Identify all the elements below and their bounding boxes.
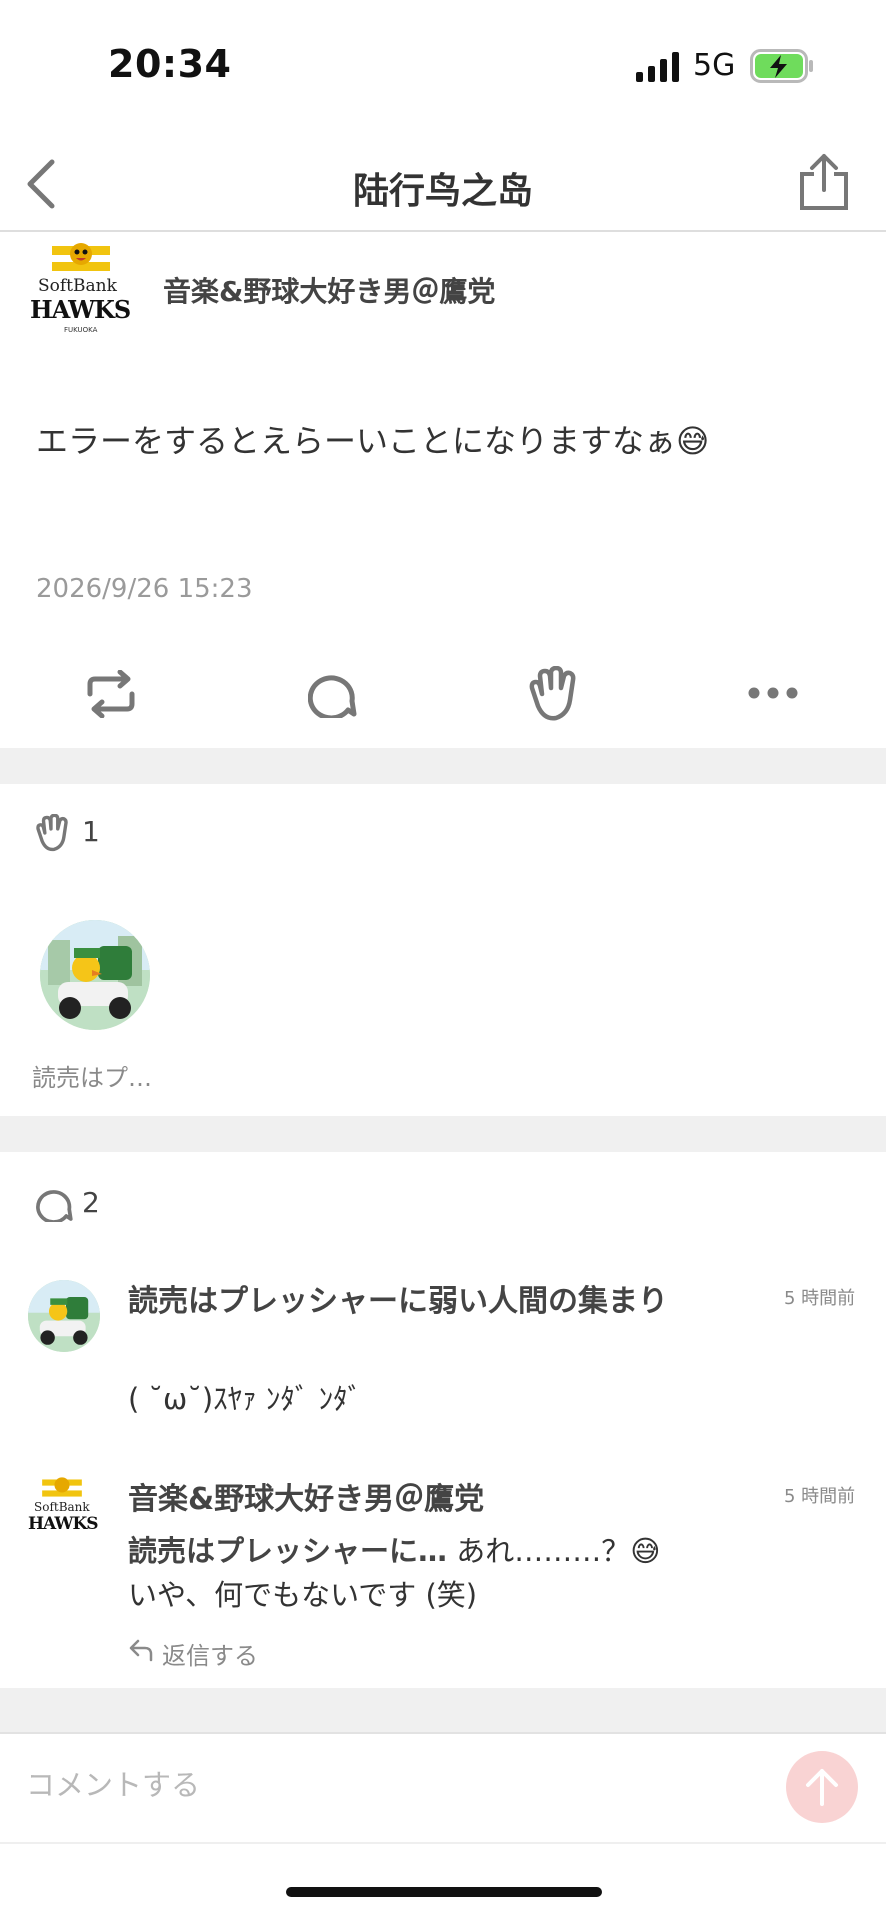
comment-text-line2: いや、何でもないです (笑): [128, 1578, 478, 1612]
signal-icon: [636, 52, 679, 82]
repost-icon[interactable]: [86, 670, 136, 718]
hawks-mascot-icon: [42, 1477, 82, 1497]
more-icon[interactable]: [747, 686, 799, 700]
logo-hawks: HAWKS: [28, 1514, 99, 1534]
section-divider: [0, 1688, 886, 1734]
scooter-duck-icon: [40, 920, 150, 1030]
logo-hawks: HAWKS: [30, 295, 131, 324]
battery-icon: [750, 49, 813, 83]
comment-text: あれ………？😅: [447, 1534, 661, 1568]
comments-count: 2: [82, 1186, 100, 1219]
post-date: 2026/9/26 15:23: [36, 574, 253, 604]
reply-button[interactable]: 返信する: [162, 1636, 258, 1671]
comment-icon[interactable]: [308, 670, 358, 718]
comment-text-line1: 読売はプレッシャーに… あれ………？😅: [128, 1528, 660, 1570]
arrow-up-icon: [806, 1769, 838, 1806]
share-icon[interactable]: [796, 152, 852, 212]
comment-time: 5 時間前: [784, 1288, 856, 1309]
hawks-mascot-icon: [52, 243, 110, 271]
network-type: 5G: [693, 48, 736, 83]
comment-time: 5 時間前: [784, 1486, 856, 1507]
comment-text: ( ˘ω˘)ｽﾔｧ ﾝﾀﾞ ﾝﾀﾞ: [128, 1382, 363, 1416]
comment-author[interactable]: 読売はプレッシャーに弱い人間の集まり: [128, 1276, 668, 1320]
scooter-duck-icon: [28, 1280, 100, 1352]
comment-quote[interactable]: 読売はプレッシャーに…: [128, 1534, 447, 1568]
glove-icon[interactable]: [526, 666, 582, 722]
glove-icon: [36, 814, 68, 852]
page-title: 陆行鸟之岛: [352, 171, 533, 212]
reply-icon[interactable]: [128, 1638, 154, 1662]
author-avatar[interactable]: SoftBank HAWKS FUKUOKA: [28, 238, 134, 342]
comment-icon: [36, 1190, 73, 1222]
liker-name[interactable]: 読売はプ…: [32, 1058, 152, 1093]
logo-softbank: SoftBank: [38, 276, 117, 296]
likes-count: 1: [82, 815, 100, 848]
comment-avatar[interactable]: [28, 1280, 100, 1352]
home-indicator[interactable]: [286, 1887, 602, 1897]
comment-author[interactable]: 音楽&野球大好き男＠鷹党: [128, 1474, 484, 1518]
logo-fukuoka: FUKUOKA: [64, 326, 98, 334]
input-divider: [0, 1842, 886, 1844]
section-divider: [0, 1116, 886, 1152]
comment-input[interactable]: コメントする: [26, 1762, 200, 1804]
post-body: エラーをするとえらーいことになりますなぁ😅: [36, 422, 710, 460]
comment-avatar[interactable]: SoftBank HAWKS: [26, 1474, 102, 1550]
status-time: 20:34: [108, 42, 232, 86]
section-divider: [0, 748, 886, 784]
liker-avatar[interactable]: [40, 920, 150, 1030]
post-author-name[interactable]: 音楽&野球大好き男＠鷹党: [163, 270, 495, 310]
send-button[interactable]: [786, 1751, 858, 1823]
logo-softbank: SoftBank: [34, 1500, 90, 1514]
